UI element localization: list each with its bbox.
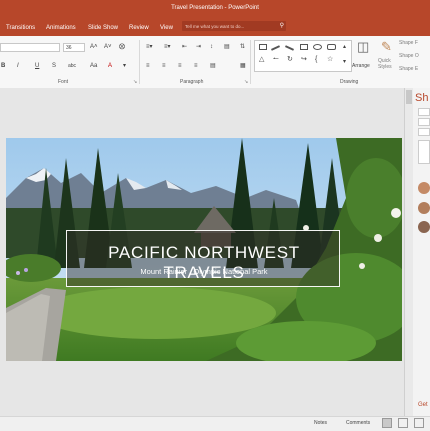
shapes-gallery[interactable]: △ ↼ ↻ ↪ { ☆ [254, 40, 352, 72]
shape-outline-button[interactable]: Shape O [399, 53, 419, 59]
slide-title[interactable]: PACIFIC NORTHWEST TRAVELS [67, 243, 341, 283]
decrease-font-icon[interactable]: A˅ [104, 43, 112, 51]
char-spacing-button[interactable]: abc [68, 62, 76, 70]
shape-curve-icon[interactable]: ↪ [301, 56, 307, 64]
share-permission-field[interactable] [418, 118, 430, 126]
ribbon-separator [250, 40, 251, 84]
gallery-more-icon[interactable]: ▾ [343, 58, 346, 66]
numbering-icon[interactable]: ≡▾ [164, 43, 171, 51]
tab-slide-show[interactable]: Slide Show [88, 25, 118, 31]
quick-styles-button[interactable]: Quick Styles [378, 58, 392, 70]
shape-brace-icon[interactable]: { [315, 56, 317, 64]
bold-button[interactable]: B [1, 62, 5, 70]
increase-indent-icon[interactable]: ⇥ [196, 43, 201, 51]
shape-square-icon[interactable] [300, 44, 308, 50]
slide-subtitle[interactable]: Mount Rainier , Olympic National Park [67, 267, 341, 276]
slide-sorter-icon[interactable] [398, 418, 408, 428]
shape-effects-button[interactable]: Shape E [399, 66, 418, 72]
font-group-label: Font [58, 79, 69, 85]
strikethrough-button[interactable]: S [52, 62, 56, 70]
tab-animations[interactable]: Animations [46, 25, 76, 31]
clear-format-icon[interactable]: ⨂ [119, 43, 125, 51]
change-case-icon[interactable]: Aa [90, 62, 97, 70]
tab-transitions[interactable]: Transitions [6, 25, 35, 31]
shape-fill-button[interactable]: Shape F [399, 40, 418, 46]
avatar[interactable] [418, 202, 430, 214]
smartart-icon[interactable]: ▦ [240, 62, 246, 70]
shape-rectangle-icon[interactable] [259, 44, 267, 50]
comments-button[interactable]: Comments [346, 420, 370, 426]
tab-view[interactable]: View [160, 25, 173, 31]
font-name-combo[interactable] [0, 43, 60, 52]
align-left-icon[interactable]: ≡ [146, 62, 150, 70]
share-message-field[interactable] [418, 140, 430, 164]
tell-me-search[interactable]: ⚲ [182, 21, 286, 31]
arrange-button[interactable]: Arrange [352, 63, 370, 69]
shape-oval-icon[interactable] [313, 44, 322, 50]
shape-star-icon[interactable]: ☆ [327, 56, 333, 64]
align-right-icon[interactable]: ≡ [178, 62, 182, 70]
shape-rounded-rect-icon[interactable] [327, 44, 336, 50]
columns-icon[interactable]: ▤ [224, 43, 230, 51]
font-color-dropdown-icon[interactable]: ▾ [123, 62, 126, 70]
share-invite-field[interactable] [418, 108, 430, 116]
avatar[interactable] [418, 182, 430, 194]
paragraph-dialog-launcher-icon[interactable]: ↘ [244, 79, 248, 85]
shape-line-icon[interactable] [270, 45, 281, 51]
share-pane-title: Sh [415, 92, 429, 104]
font-dialog-launcher-icon[interactable]: ↘ [133, 79, 137, 85]
notes-button[interactable]: Notes [314, 420, 327, 426]
paragraph-group-label: Paragraph [180, 79, 204, 85]
window-title: Travel Presentation - PowerPoint [171, 5, 259, 11]
arrange-icon[interactable]: ◫ [357, 40, 369, 53]
gallery-scroll-up-icon[interactable]: ▴ [343, 43, 346, 51]
decrease-indent-icon[interactable]: ⇤ [182, 43, 187, 51]
text-direction-icon[interactable]: ⇅ [240, 43, 245, 51]
slide-title-placeholder[interactable]: PACIFIC NORTHWEST TRAVELS Mount Rainier … [66, 230, 340, 287]
underline-button[interactable]: U [35, 62, 39, 70]
italic-button[interactable]: I [17, 62, 19, 70]
vertical-scrollbar[interactable] [405, 88, 413, 416]
share-button[interactable] [418, 128, 430, 136]
search-input[interactable] [185, 23, 273, 30]
distributed-icon[interactable]: ▤ [210, 62, 216, 70]
drawing-group-label: Drawing [340, 79, 359, 85]
avatar[interactable] [418, 221, 430, 233]
lightbulb-icon: ⚲ [279, 23, 284, 29]
align-center-icon[interactable]: ≡ [162, 62, 166, 70]
tab-review[interactable]: Review [129, 25, 149, 31]
shape-bent-arrow-icon[interactable]: ↻ [287, 56, 293, 64]
justify-icon[interactable]: ≡ [194, 62, 198, 70]
normal-view-icon[interactable] [382, 418, 392, 428]
ribbon-separator [139, 40, 140, 84]
quick-styles-icon[interactable]: ✎ [381, 40, 392, 53]
shape-arrow-icon[interactable] [284, 45, 295, 51]
reading-view-icon[interactable] [414, 418, 424, 428]
increase-font-icon[interactable]: A˄ [90, 43, 98, 51]
font-color-icon[interactable]: A [108, 62, 112, 70]
get-sharing-link[interactable]: Get [418, 402, 428, 408]
shape-triangle-icon[interactable]: △ [259, 56, 264, 64]
scrollbar-thumb[interactable] [406, 90, 412, 104]
line-spacing-icon[interactable]: ↕ [210, 43, 213, 51]
shape-corner-icon[interactable]: ↼ [273, 56, 279, 64]
font-size-combo[interactable]: 36 [63, 43, 85, 52]
bullets-icon[interactable]: ≡▾ [146, 43, 153, 51]
